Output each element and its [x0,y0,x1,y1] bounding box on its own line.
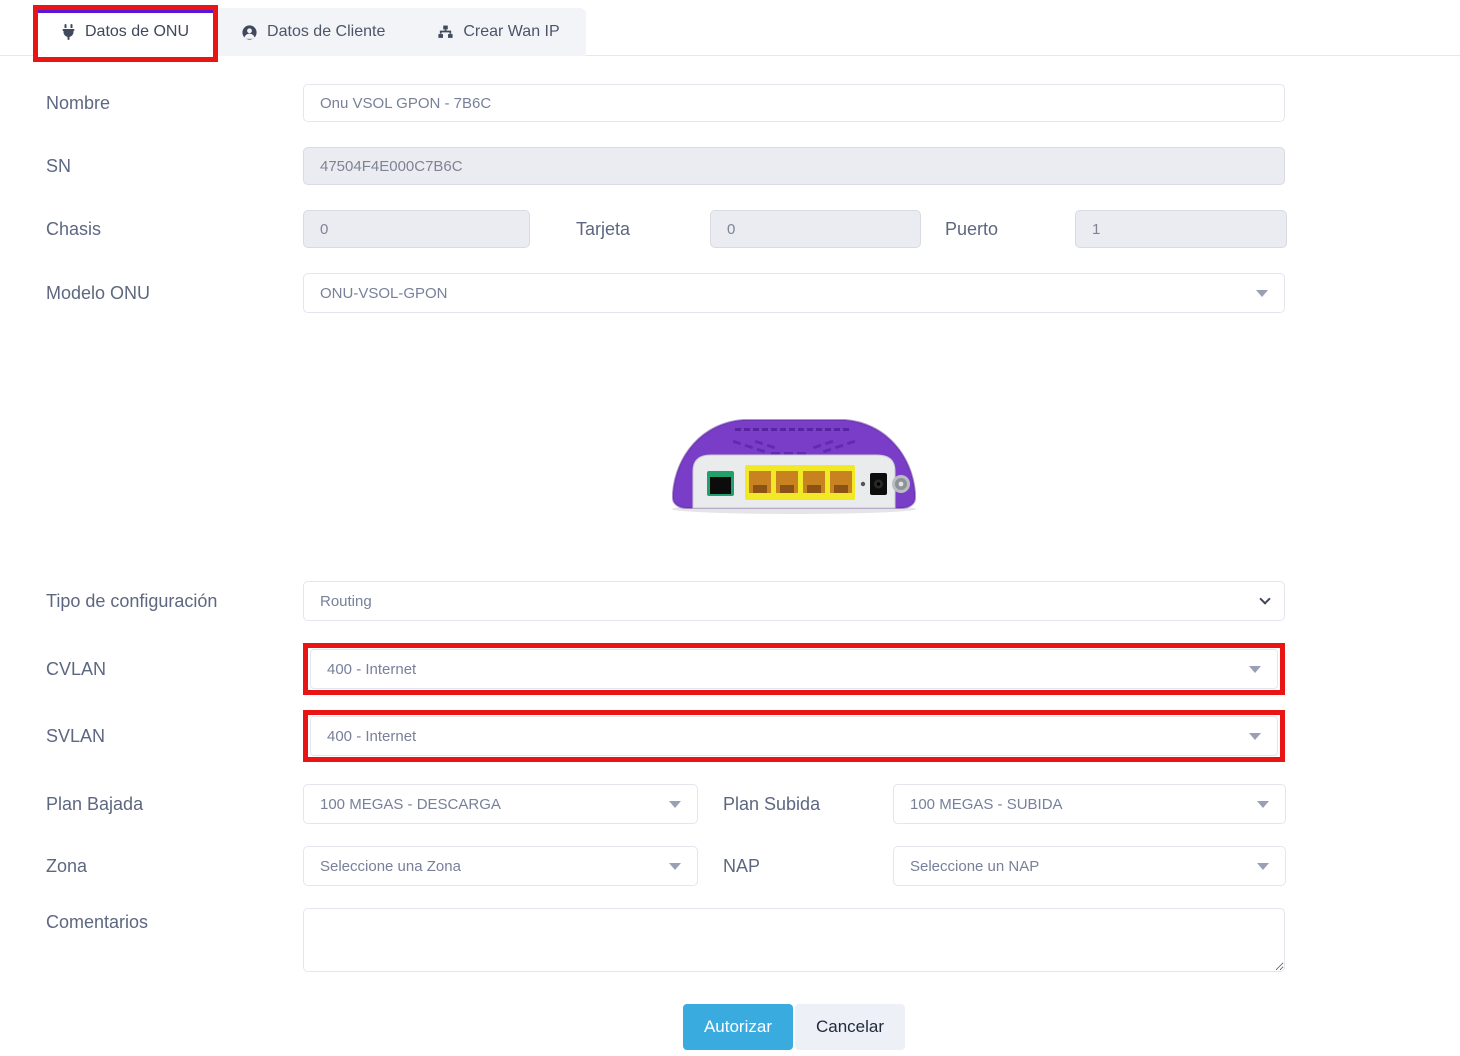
form-actions: Autorizar Cancelar [303,1004,1285,1050]
puerto-input [1075,210,1287,248]
tipo-configuracion-select[interactable]: Routing [303,581,1285,621]
nap-select[interactable]: Seleccione un NAP [893,846,1286,886]
tab-datos-de-onu[interactable]: Datos de ONU [35,8,215,56]
cvlan-red-annotation-box: 400 - Internet [303,643,1285,695]
dropdown-triangle-icon [1249,733,1261,740]
cvlan-selected-value: 400 - Internet [327,661,416,678]
cvlan-select[interactable]: 400 - Internet [310,649,1278,689]
tab-label: Datos de Cliente [267,23,385,41]
dropdown-triangle-icon [669,801,681,808]
chevron-down-icon [1259,593,1270,604]
svlan-red-annotation-box: 400 - Internet [303,710,1285,762]
row-svlan: SVLAN 400 - Internet [46,710,1285,762]
plan-bajada-select[interactable]: 100 MEGAS - DESCARGA [303,784,698,824]
sitemap-icon [437,24,454,41]
autorizar-button[interactable]: Autorizar [683,1004,793,1050]
plan-subida-label: Plan Subida [723,794,893,815]
tipo-configuracion-selected-value: Routing [320,593,372,610]
svlan-select[interactable]: 400 - Internet [310,716,1278,756]
plug-icon [61,24,76,40]
tab-datos-de-cliente[interactable]: Datos de Cliente [215,8,411,56]
dropdown-triangle-icon [669,863,681,870]
comentarios-label: Comentarios [46,908,303,933]
modelo-onu-selected-value: ONU-VSOL-GPON [320,285,448,302]
svlan-label: SVLAN [46,726,303,747]
sn-input [303,147,1285,185]
plan-bajada-selected-value: 100 MEGAS - DESCARGA [320,796,501,813]
onu-authorization-form: Nombre SN Chasis Tarjeta Puerto Modelo O… [46,84,1285,1050]
dropdown-triangle-icon [1257,801,1269,808]
row-modelo-onu: Modelo ONU ONU-VSOL-GPON [46,273,1285,313]
row-chasis-tarjeta-puerto: Chasis Tarjeta Puerto [46,210,1285,248]
chasis-label: Chasis [46,219,303,240]
nombre-input[interactable] [303,84,1285,122]
dropdown-triangle-icon [1249,666,1261,673]
row-comentarios: Comentarios [46,908,1285,977]
plan-bajada-label: Plan Bajada [46,794,303,815]
svlan-selected-value: 400 - Internet [327,728,416,745]
row-planes: Plan Bajada 100 MEGAS - DESCARGA Plan Su… [46,784,1285,824]
zona-select[interactable]: Seleccione una Zona [303,846,698,886]
tab-strip: Datos de ONU Datos de Cliente [35,8,586,56]
tipo-configuracion-label: Tipo de configuración [46,591,303,612]
tab-label: Crear Wan IP [463,23,559,41]
zona-selected-value: Seleccione una Zona [320,858,461,875]
row-sn: SN [46,147,1285,185]
active-tab-accent-bar [35,8,215,13]
comentarios-textarea[interactable] [303,908,1285,972]
tab-crear-wan-ip[interactable]: Crear Wan IP [411,8,585,56]
row-nombre: Nombre [46,84,1285,122]
tab-bar: Datos de ONU Datos de Cliente [0,0,1460,56]
dropdown-triangle-icon [1256,290,1268,297]
cancelar-button[interactable]: Cancelar [795,1004,905,1050]
cvlan-label: CVLAN [46,659,303,680]
chasis-input [303,210,530,248]
plan-subida-selected-value: 100 MEGAS - SUBIDA [910,796,1063,813]
tab-label: Datos de ONU [85,23,189,41]
onu-device-image [663,397,925,515]
tarjeta-label: Tarjeta [568,219,710,240]
modelo-onu-select[interactable]: ONU-VSOL-GPON [303,273,1285,313]
nap-selected-value: Seleccione un NAP [910,858,1039,875]
nap-label: NAP [723,856,893,877]
row-tipo-configuracion: Tipo de configuración Routing [46,581,1285,621]
modelo-onu-label: Modelo ONU [46,283,303,304]
device-image-row [303,397,1285,515]
tarjeta-input [710,210,921,248]
puerto-label: Puerto [935,219,1075,240]
row-cvlan: CVLAN 400 - Internet [46,643,1285,695]
plan-subida-select[interactable]: 100 MEGAS - SUBIDA [893,784,1286,824]
row-zona-nap: Zona Seleccione una Zona NAP Seleccione … [46,846,1285,886]
nombre-label: Nombre [46,93,303,114]
dropdown-triangle-icon [1257,863,1269,870]
user-circle-icon [241,24,258,41]
zona-label: Zona [46,856,303,877]
sn-label: SN [46,156,303,177]
